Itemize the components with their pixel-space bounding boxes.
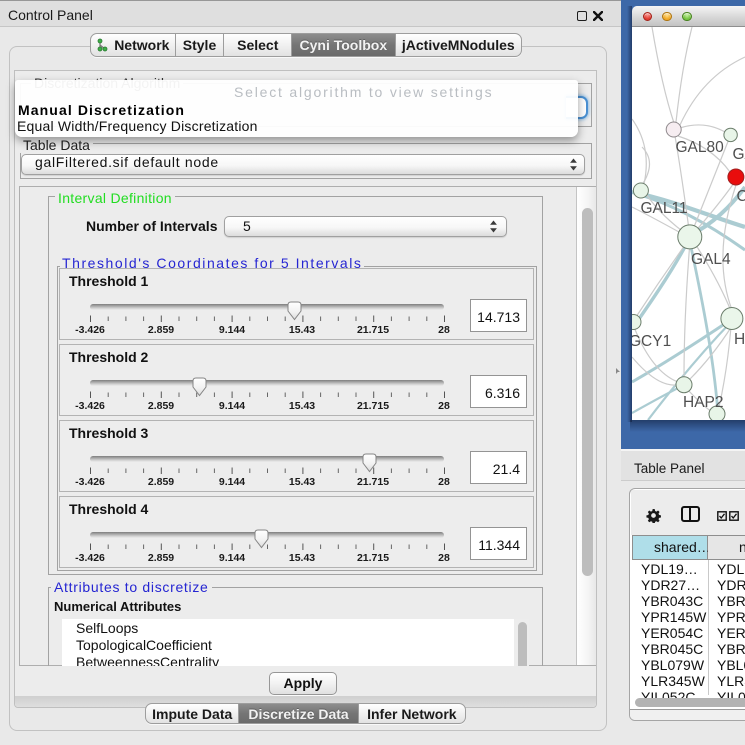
svg-text:GAL11: GAL11 <box>641 200 688 217</box>
svg-text:HAP2: HAP2 <box>683 394 724 411</box>
svg-text:HIS: HIS <box>734 331 745 348</box>
svg-text:GCY1: GCY1 <box>632 333 671 350</box>
svg-text:GAL80: GAL80 <box>676 139 725 156</box>
svg-text:C: C <box>737 188 745 205</box>
svg-text:GAL4: GAL4 <box>691 251 731 268</box>
svg-text:GA: GA <box>733 146 745 163</box>
